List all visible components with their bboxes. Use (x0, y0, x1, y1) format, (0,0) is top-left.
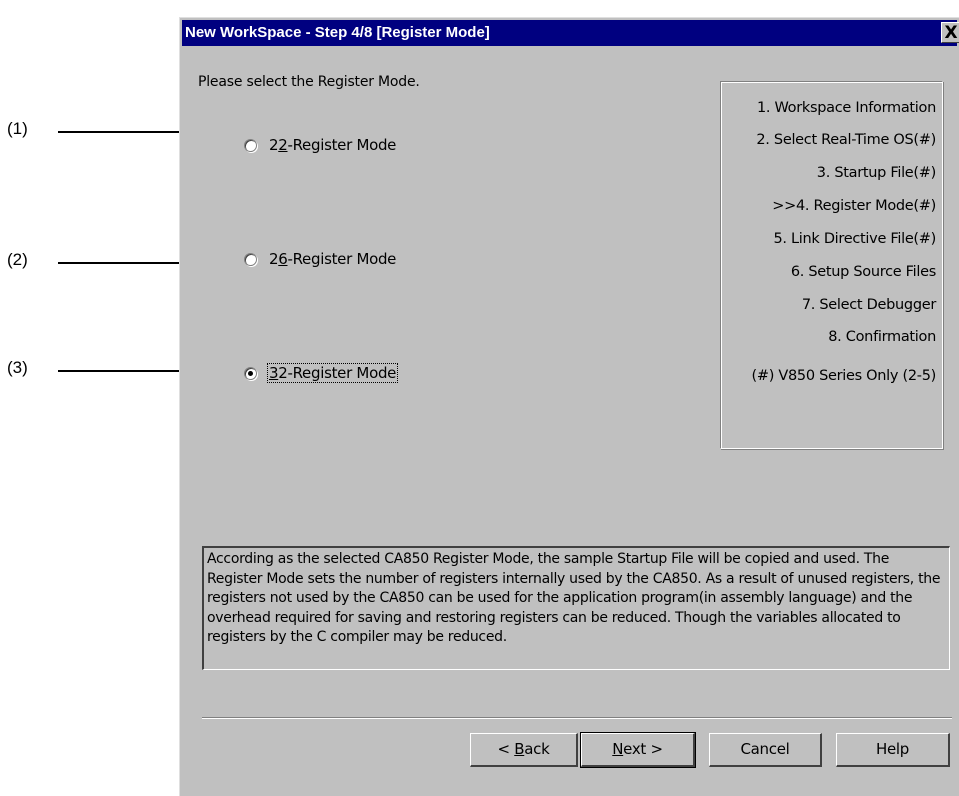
title-bar[interactable]: New WorkSpace - Step 4/8 [Register Mode]… (182, 20, 959, 46)
help-button[interactable]: Help (836, 733, 950, 767)
step-item: 7. Select Debugger (801, 297, 936, 313)
radio-label: 32-Register Mode (266, 363, 399, 383)
instruction-text: Please select the Register Mode. (198, 74, 420, 90)
next-button[interactable]: Next > (580, 732, 696, 768)
description-box: According as the selected CA850 Register… (202, 546, 950, 670)
cancel-button[interactable]: Cancel (709, 733, 822, 767)
steps-panel: 1. Workspace Information 2. Select Real-… (720, 81, 943, 449)
radio-button-icon[interactable] (244, 138, 257, 152)
step-item: 3. Startup File(#) (816, 165, 937, 181)
dialog-title: New WorkSpace - Step 4/8 [Register Mode] (185, 24, 490, 41)
back-button[interactable]: < Back (470, 733, 578, 767)
separator (202, 717, 952, 719)
radio-button-icon[interactable] (244, 366, 257, 380)
close-button[interactable]: X (941, 22, 959, 43)
radio-label: 26-Register Mode (269, 250, 397, 268)
callout-arrow-line (58, 370, 198, 372)
callout-label: (3) (7, 358, 28, 377)
callout-arrow-line (58, 262, 198, 264)
description-text: According as the selected CA850 Register… (207, 551, 941, 645)
callout-arrow-line (58, 131, 198, 133)
step-item: 1. Workspace Information (756, 100, 936, 116)
step-item: 6. Setup Source Files (790, 264, 936, 280)
step-item: 2. Select Real-Time OS(#) (756, 132, 936, 148)
callout-label: (1) (7, 119, 28, 138)
callout-label: (2) (7, 250, 28, 269)
steps-footnote: (#) V850 Series Only (2-5) (751, 368, 937, 384)
step-item: 8. Confirmation (828, 329, 936, 345)
radio-32-register-mode[interactable]: 32-Register Mode (244, 363, 399, 383)
radio-label: 22-Register Mode (269, 136, 397, 154)
step-item: 5. Link Directive File(#) (773, 231, 936, 247)
radio-button-icon[interactable] (244, 252, 257, 266)
close-icon: X (944, 23, 958, 43)
new-workspace-dialog: New WorkSpace - Step 4/8 [Register Mode]… (179, 17, 959, 796)
radio-22-register-mode[interactable]: 22-Register Mode (244, 135, 397, 155)
step-item-current: >>4. Register Mode(#) (772, 198, 936, 214)
radio-26-register-mode[interactable]: 26-Register Mode (244, 249, 397, 269)
radio-selected-dot-icon (248, 370, 253, 376)
